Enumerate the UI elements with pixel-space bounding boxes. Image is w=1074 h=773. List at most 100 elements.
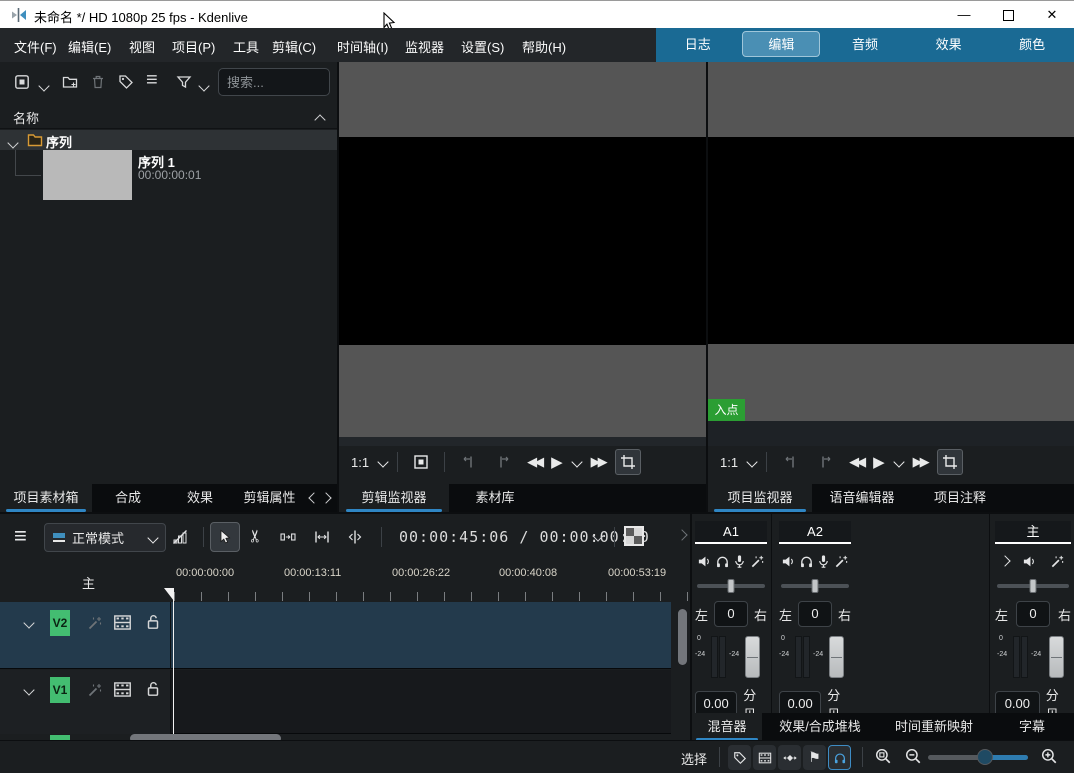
zone-in-button[interactable] [777, 449, 803, 475]
workspace-tab-color[interactable]: 颜色 [990, 28, 1074, 62]
zoom-fit-button[interactable] [874, 747, 892, 765]
mute-icon[interactable] [781, 553, 796, 569]
vertical-scrollbar[interactable] [678, 609, 687, 665]
pan-slider-handle[interactable] [1030, 579, 1037, 593]
play-dropdown-icon[interactable] [893, 456, 904, 467]
volume-fader[interactable] [1049, 636, 1064, 678]
track-effects-icon[interactable] [87, 681, 103, 698]
track-video-icon[interactable] [113, 680, 132, 699]
pan-slider-handle[interactable] [812, 579, 819, 593]
tab-effect-stack[interactable]: 效果/合成堆栈 [762, 713, 878, 741]
toolbar-overflow-icon[interactable] [676, 529, 687, 540]
effects-icon[interactable] [834, 553, 849, 569]
solo-icon[interactable] [715, 553, 730, 569]
bin-menu-button[interactable]: ≡ [146, 70, 158, 90]
zone-out-button[interactable] [813, 449, 839, 475]
zoom-in-button[interactable] [1040, 747, 1058, 765]
zoom-dropdown-icon[interactable] [746, 456, 757, 467]
menu-monitor[interactable]: 监视器 [405, 37, 444, 56]
tag-button[interactable] [118, 73, 134, 90]
audio-thumbnails-button[interactable] [778, 745, 801, 770]
tab-time-remap[interactable]: 时间重新映射 [878, 713, 990, 741]
menu-timeline[interactable]: 时间轴(I) [337, 37, 388, 56]
insert-zone-button[interactable] [314, 528, 330, 545]
solo-icon[interactable] [799, 553, 814, 569]
add-clip-dropdown-icon[interactable] [40, 78, 48, 93]
maximize-button[interactable] [986, 1, 1030, 29]
zoom-slider-handle[interactable] [977, 749, 993, 765]
expand-icon[interactable] [9, 135, 17, 150]
add-clip-button[interactable] [14, 73, 30, 90]
track-video-icon[interactable] [113, 613, 132, 632]
monitor-overlay-button[interactable] [408, 449, 434, 475]
tab-subtitles[interactable]: 字幕 [990, 713, 1074, 741]
scroll-right-icon[interactable] [320, 492, 331, 503]
track-name-badge[interactable]: V1 [50, 677, 70, 703]
pan-value[interactable]: 0 [714, 601, 748, 627]
master-track-button[interactable]: 主 [82, 573, 95, 592]
tab-library[interactable]: 素材库 [449, 484, 541, 512]
workspace-tab-audio[interactable]: 音频 [823, 28, 907, 62]
scroll-left-icon[interactable] [309, 492, 320, 503]
playhead[interactable] [173, 590, 174, 734]
menu-tools[interactable]: 工具 [233, 37, 259, 56]
create-folder-button[interactable] [62, 73, 78, 90]
tab-mixer[interactable]: 混音器 [692, 713, 762, 741]
forward-button[interactable]: ▶▶ [913, 454, 927, 470]
expand-icon[interactable] [999, 555, 1010, 566]
tab-project-notes[interactable]: 项目注释 [912, 484, 1008, 512]
bin-name-header[interactable]: 名称 [0, 103, 337, 129]
selection-tool-button[interactable] [210, 522, 240, 552]
filter-dropdown-icon[interactable] [200, 78, 208, 93]
mute-icon[interactable] [697, 553, 712, 569]
tab-scroll-arrows[interactable] [303, 484, 337, 512]
channel-name[interactable]: A1 [695, 521, 767, 544]
timeline-zoom-slider[interactable] [928, 755, 1028, 760]
mute-icon[interactable] [1022, 553, 1037, 569]
track-effects-icon[interactable] [87, 614, 103, 631]
play-button[interactable]: ▶ [551, 453, 563, 471]
menu-file[interactable]: 文件(F) [14, 37, 57, 56]
track-row-v1[interactable]: V1 [0, 670, 671, 734]
timecode-display[interactable]: 00:00:45:06 / 00:00:00:00 [399, 528, 650, 546]
record-icon[interactable] [732, 553, 747, 569]
menu-clip[interactable]: 剪辑(C) [272, 37, 316, 56]
audio-mix-button[interactable] [172, 528, 188, 545]
timeline-ruler[interactable]: 主 00:00:00:00 00:00:13:11 00:00:26:22 00… [0, 567, 690, 602]
split-tool-button[interactable] [347, 528, 363, 545]
workspace-tab-logging[interactable]: 日志 [656, 28, 740, 62]
rewind-button[interactable]: ◀◀ [527, 454, 541, 470]
tag-filter-button[interactable] [728, 745, 751, 770]
razor-tool-button[interactable]: ✂ [246, 529, 266, 543]
tab-clip-monitor[interactable]: 剪辑监视器 [339, 484, 449, 512]
pan-value[interactable]: 0 [798, 601, 832, 627]
effects-icon[interactable] [1050, 553, 1065, 569]
collapse-icon[interactable] [316, 112, 324, 127]
rewind-button[interactable]: ◀◀ [849, 454, 863, 470]
menu-settings[interactable]: 设置(S) [461, 37, 504, 56]
tab-effects[interactable]: 效果 [164, 484, 236, 512]
minimize-button[interactable]: — [942, 1, 986, 29]
zone-out-button[interactable] [491, 449, 517, 475]
zone-in-button[interactable] [455, 449, 481, 475]
pan-value[interactable]: 0 [1016, 601, 1050, 627]
track-lock-icon[interactable] [144, 613, 162, 631]
menu-edit[interactable]: 编辑(E) [68, 37, 111, 56]
filter-button[interactable] [176, 73, 192, 90]
pan-slider[interactable] [695, 579, 767, 593]
track-lock-icon[interactable] [144, 680, 162, 698]
channel-name[interactable]: 主 [995, 521, 1071, 544]
markers-button[interactable]: ⚑ [803, 745, 826, 770]
pan-slider[interactable] [995, 579, 1071, 593]
project-monitor-seekbar[interactable] [708, 421, 1074, 446]
audio-monitor-button[interactable] [828, 745, 851, 770]
bin-clip-item[interactable]: 序列 1 00:00:00:01 [0, 150, 337, 200]
channel-name[interactable]: A2 [779, 521, 851, 544]
pan-slider-handle[interactable] [728, 579, 735, 593]
tab-compositions[interactable]: 合成 [92, 484, 164, 512]
monitor-zoom-level[interactable]: 1:1 [351, 455, 369, 470]
effects-icon[interactable] [750, 553, 765, 569]
monitor-zoom-level[interactable]: 1:1 [720, 455, 738, 470]
volume-fader[interactable] [829, 636, 844, 678]
zoom-dropdown-icon[interactable] [377, 456, 388, 467]
